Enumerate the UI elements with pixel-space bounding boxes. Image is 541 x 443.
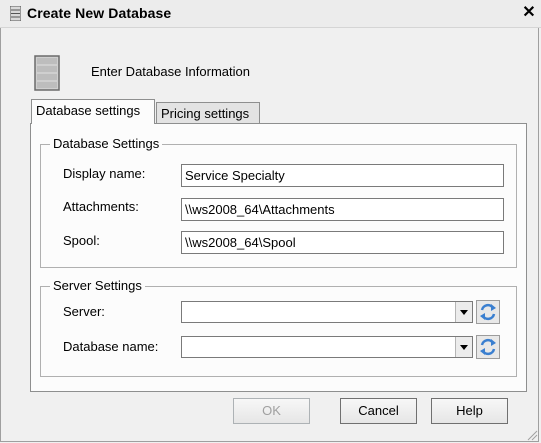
resize-grip-icon[interactable] — [527, 430, 538, 441]
ok-button[interactable]: OK — [233, 398, 310, 424]
spool-field[interactable] — [181, 231, 504, 254]
tab-pricing-settings[interactable]: Pricing settings — [156, 102, 260, 124]
title-bar[interactable]: Create New Database ✕ — [0, 0, 541, 28]
refresh-icon — [480, 303, 496, 321]
header-text: Enter Database Information — [91, 64, 250, 79]
database-icon — [10, 6, 21, 21]
database-name-label: Database name: — [63, 339, 159, 354]
server-settings-group: Server Settings Server: Database name: — [40, 278, 517, 377]
display-name-label: Display name: — [63, 166, 146, 181]
tab-panel: Database Settings Display name: Attachme… — [30, 123, 527, 392]
attachments-field[interactable] — [181, 198, 504, 221]
server-label: Server: — [63, 304, 105, 319]
cancel-button[interactable]: Cancel — [340, 398, 417, 424]
display-name-field[interactable] — [181, 164, 504, 187]
server-select[interactable] — [181, 301, 473, 323]
close-button[interactable]: ✕ — [519, 3, 539, 23]
tab-database-settings[interactable]: Database settings — [31, 99, 155, 124]
spool-label: Spool: — [63, 233, 100, 248]
database-name-select[interactable] — [181, 336, 473, 358]
chevron-down-icon[interactable] — [455, 337, 472, 357]
help-button[interactable]: Help — [431, 398, 508, 424]
refresh-databases-button[interactable] — [476, 335, 500, 359]
refresh-servers-button[interactable] — [476, 300, 500, 324]
database-icon — [34, 55, 60, 91]
group-legend: Database Settings — [50, 136, 163, 152]
attachments-label: Attachments: — [63, 199, 139, 214]
database-settings-group: Database Settings Display name: Attachme… — [40, 136, 517, 268]
window-title: Create New Database — [27, 5, 172, 21]
refresh-icon — [480, 338, 496, 356]
chevron-down-icon[interactable] — [455, 302, 472, 322]
group-legend: Server Settings — [50, 278, 145, 294]
